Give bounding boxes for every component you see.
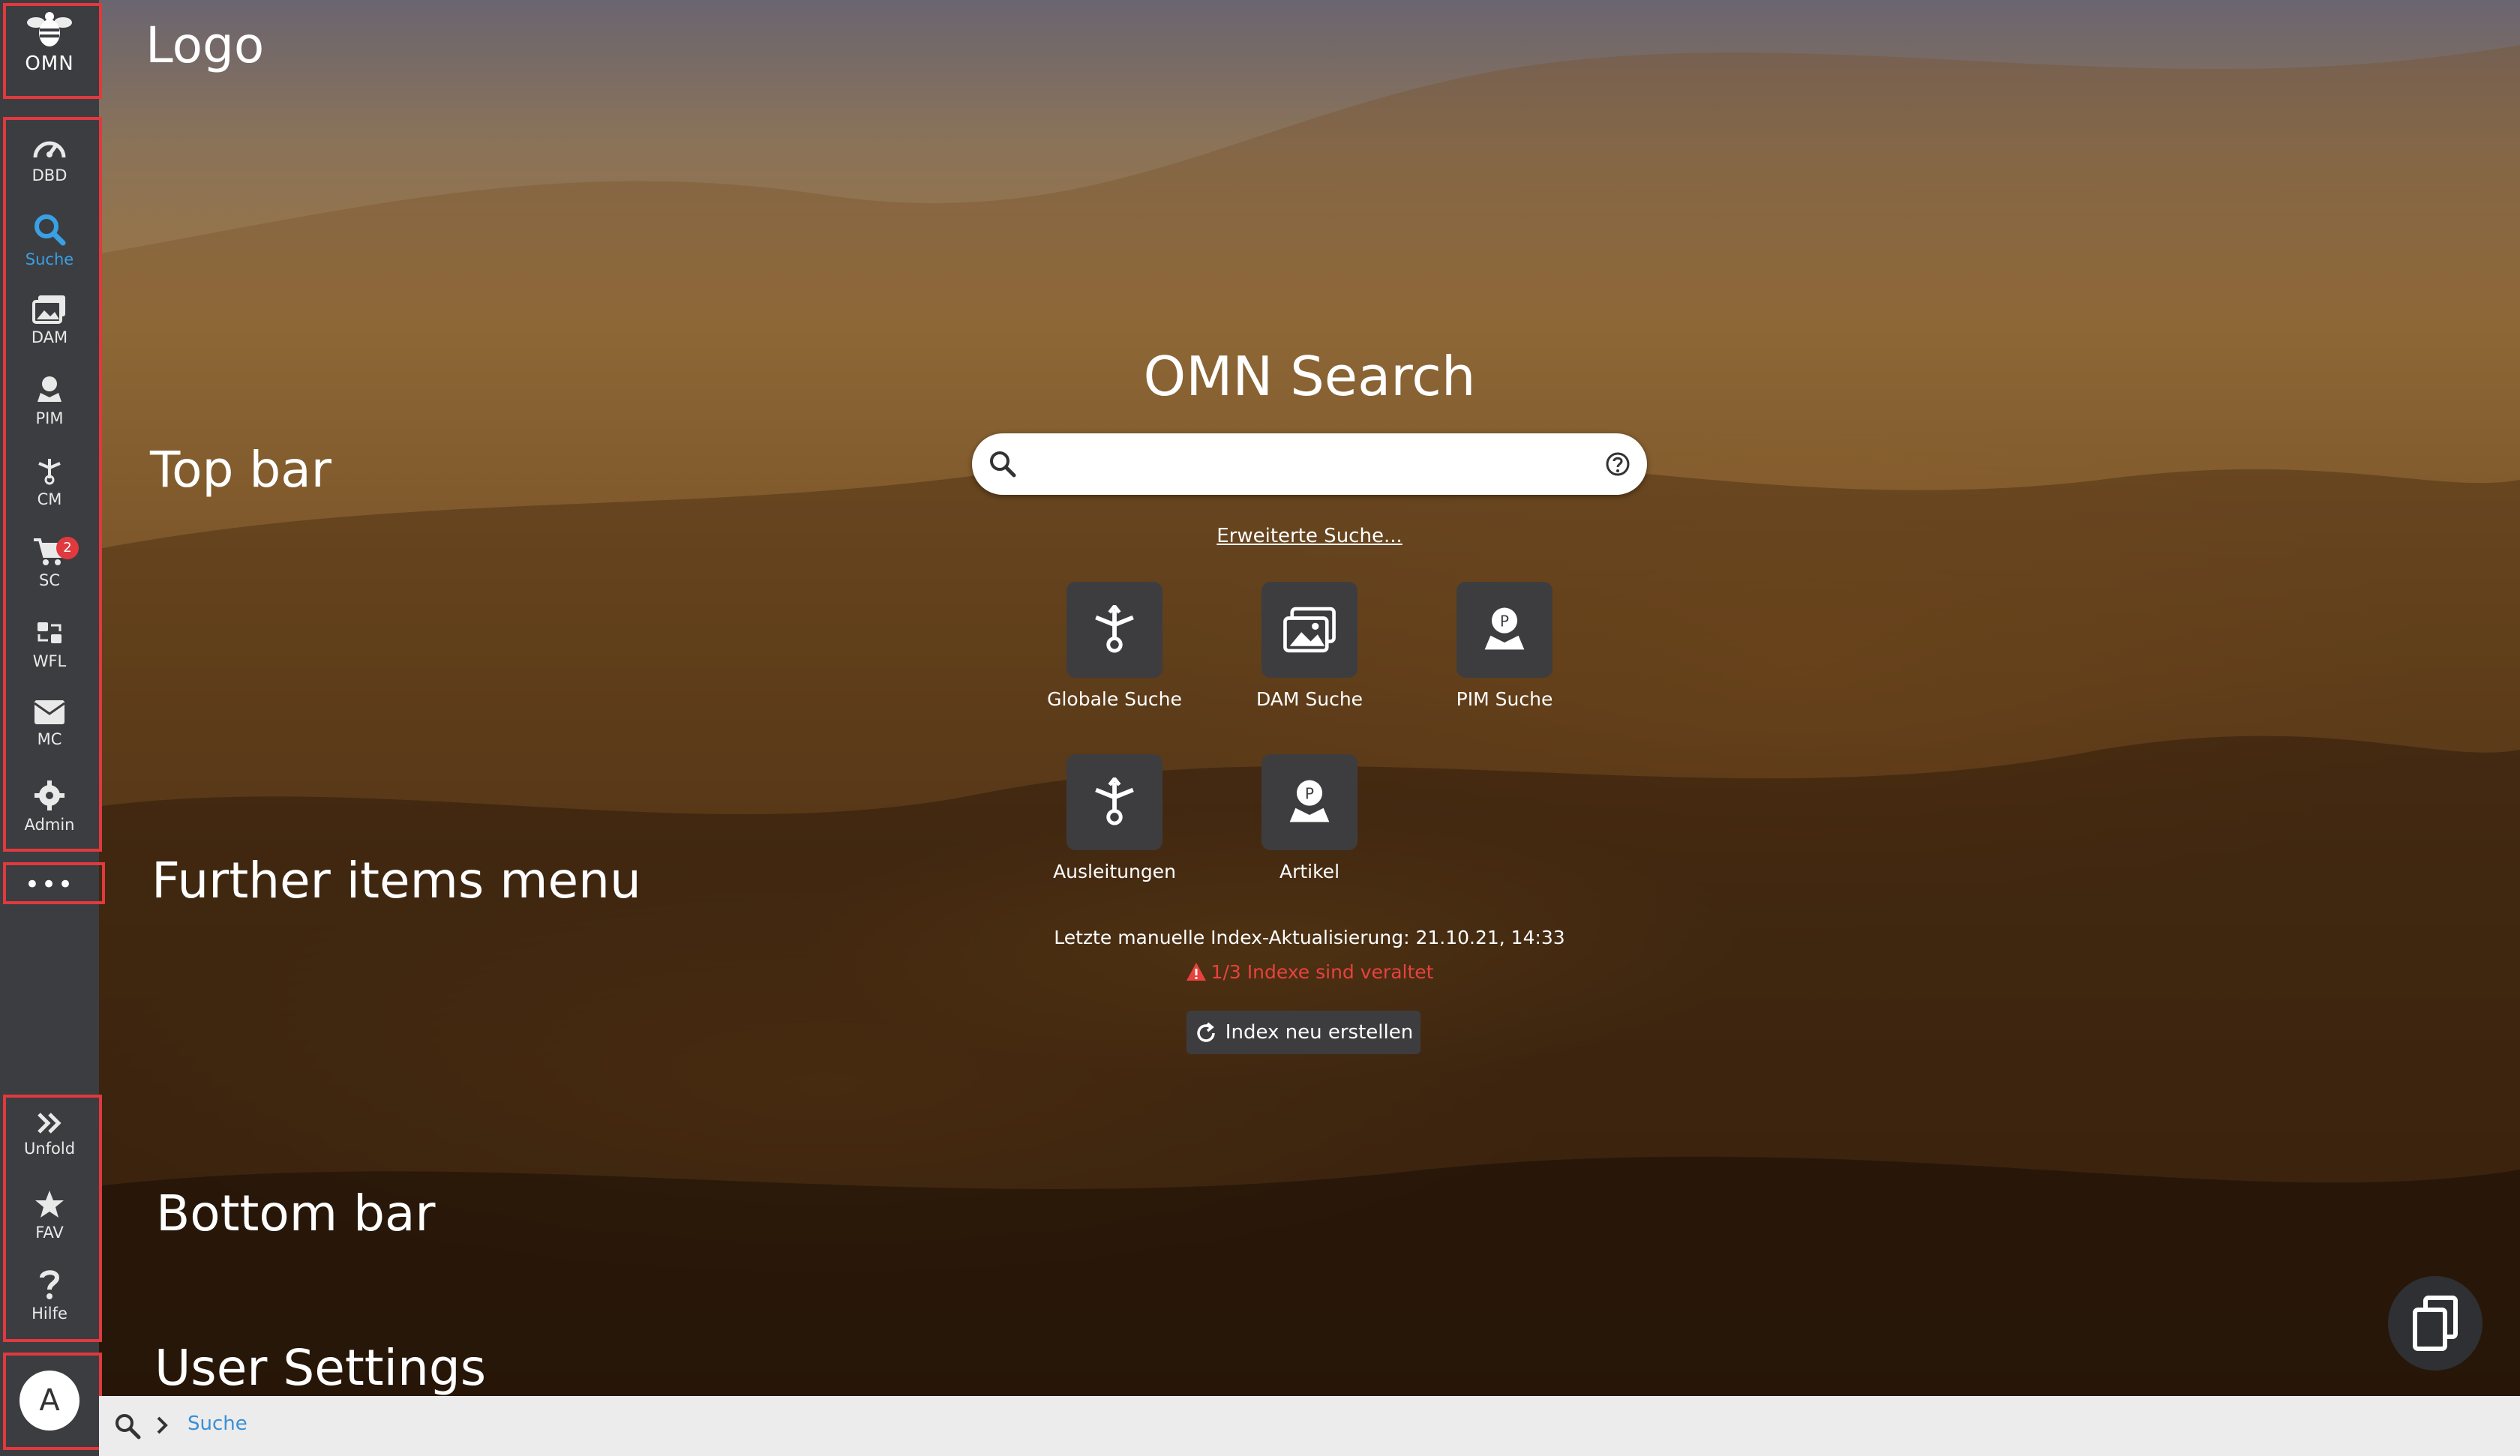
tile-label: PIM Suche — [1456, 688, 1553, 710]
tile-globale-suche[interactable]: Globale Suche — [1040, 582, 1190, 710]
product-person-icon: P — [1289, 780, 1330, 822]
index-warning-text: 1/3 Indexe sind veraltet — [1210, 961, 1434, 983]
rebuild-index-label: Index neu erstellen — [1225, 1021, 1414, 1044]
help-circle-icon[interactable] — [1605, 451, 1630, 477]
images-icon — [1283, 607, 1336, 653]
index-last-update: Letzte manuelle Index-Aktualisierung: 21… — [1054, 927, 1565, 948]
tile-label: Ausleitungen — [1053, 861, 1176, 882]
logo-annotation-label: Logo — [146, 16, 265, 74]
tile-label: Artikel — [1279, 861, 1340, 882]
copy-icon — [2413, 1296, 2458, 1351]
channel-split-icon — [1095, 777, 1134, 825]
channel-split-icon — [1095, 605, 1134, 653]
tile-icon-box — [1066, 582, 1162, 678]
tile-label: Globale Suche — [1047, 688, 1182, 710]
index-warning: 1/3 Indexe sind veraltet — [972, 961, 1647, 983]
tile-icon-box: P — [1456, 582, 1552, 678]
product-person-icon: P — [1484, 607, 1525, 650]
search-input[interactable] — [1024, 445, 1568, 484]
logo-annotation-box — [3, 3, 102, 99]
top-bar-annotation-label: Top bar — [150, 441, 332, 499]
tile-icon-box — [1262, 582, 1358, 678]
search-icon — [116, 1414, 141, 1440]
tile-ausleitungen[interactable]: Ausleitungen — [1040, 754, 1190, 882]
bottom-bar-annotation-label: Bottom bar — [156, 1185, 436, 1242]
bottom-bar-annotation-box — [3, 1095, 102, 1342]
tile-icon-box — [1066, 754, 1162, 850]
breadcrumb-current[interactable]: Suche — [188, 1413, 248, 1435]
svg-text:P: P — [1500, 612, 1509, 630]
top-bar-annotation-box — [3, 117, 102, 852]
search-bar — [972, 433, 1647, 495]
breadcrumb: Suche — [99, 1396, 2520, 1456]
tile-dam-suche[interactable]: DAM Suche — [1234, 582, 1384, 710]
further-items-annotation-label: Further items menu — [152, 852, 641, 909]
search-icon — [990, 451, 1016, 478]
rebuild-index-button[interactable]: Index neu erstellen — [1186, 1011, 1420, 1054]
user-settings-annotation-box — [3, 1353, 102, 1450]
refresh-icon — [1197, 1022, 1215, 1042]
tile-pim-suche[interactable]: P PIM Suche — [1430, 582, 1580, 710]
svg-text:P: P — [1305, 784, 1314, 802]
tile-label: DAM Suche — [1256, 688, 1364, 710]
chevron-right-icon — [157, 1416, 168, 1434]
advanced-search-link[interactable]: Erweiterte Suche... — [1122, 525, 1497, 547]
search-title: OMN Search — [1143, 345, 1476, 408]
warning-triangle-icon — [1186, 963, 1206, 981]
tile-artikel[interactable]: P Artikel — [1234, 754, 1384, 882]
clipboard-float-button[interactable] — [2388, 1276, 2482, 1371]
user-settings-annotation-label: User Settings — [154, 1339, 487, 1397]
tile-icon-box: P — [1262, 754, 1358, 850]
further-items-annotation-box — [3, 862, 105, 904]
